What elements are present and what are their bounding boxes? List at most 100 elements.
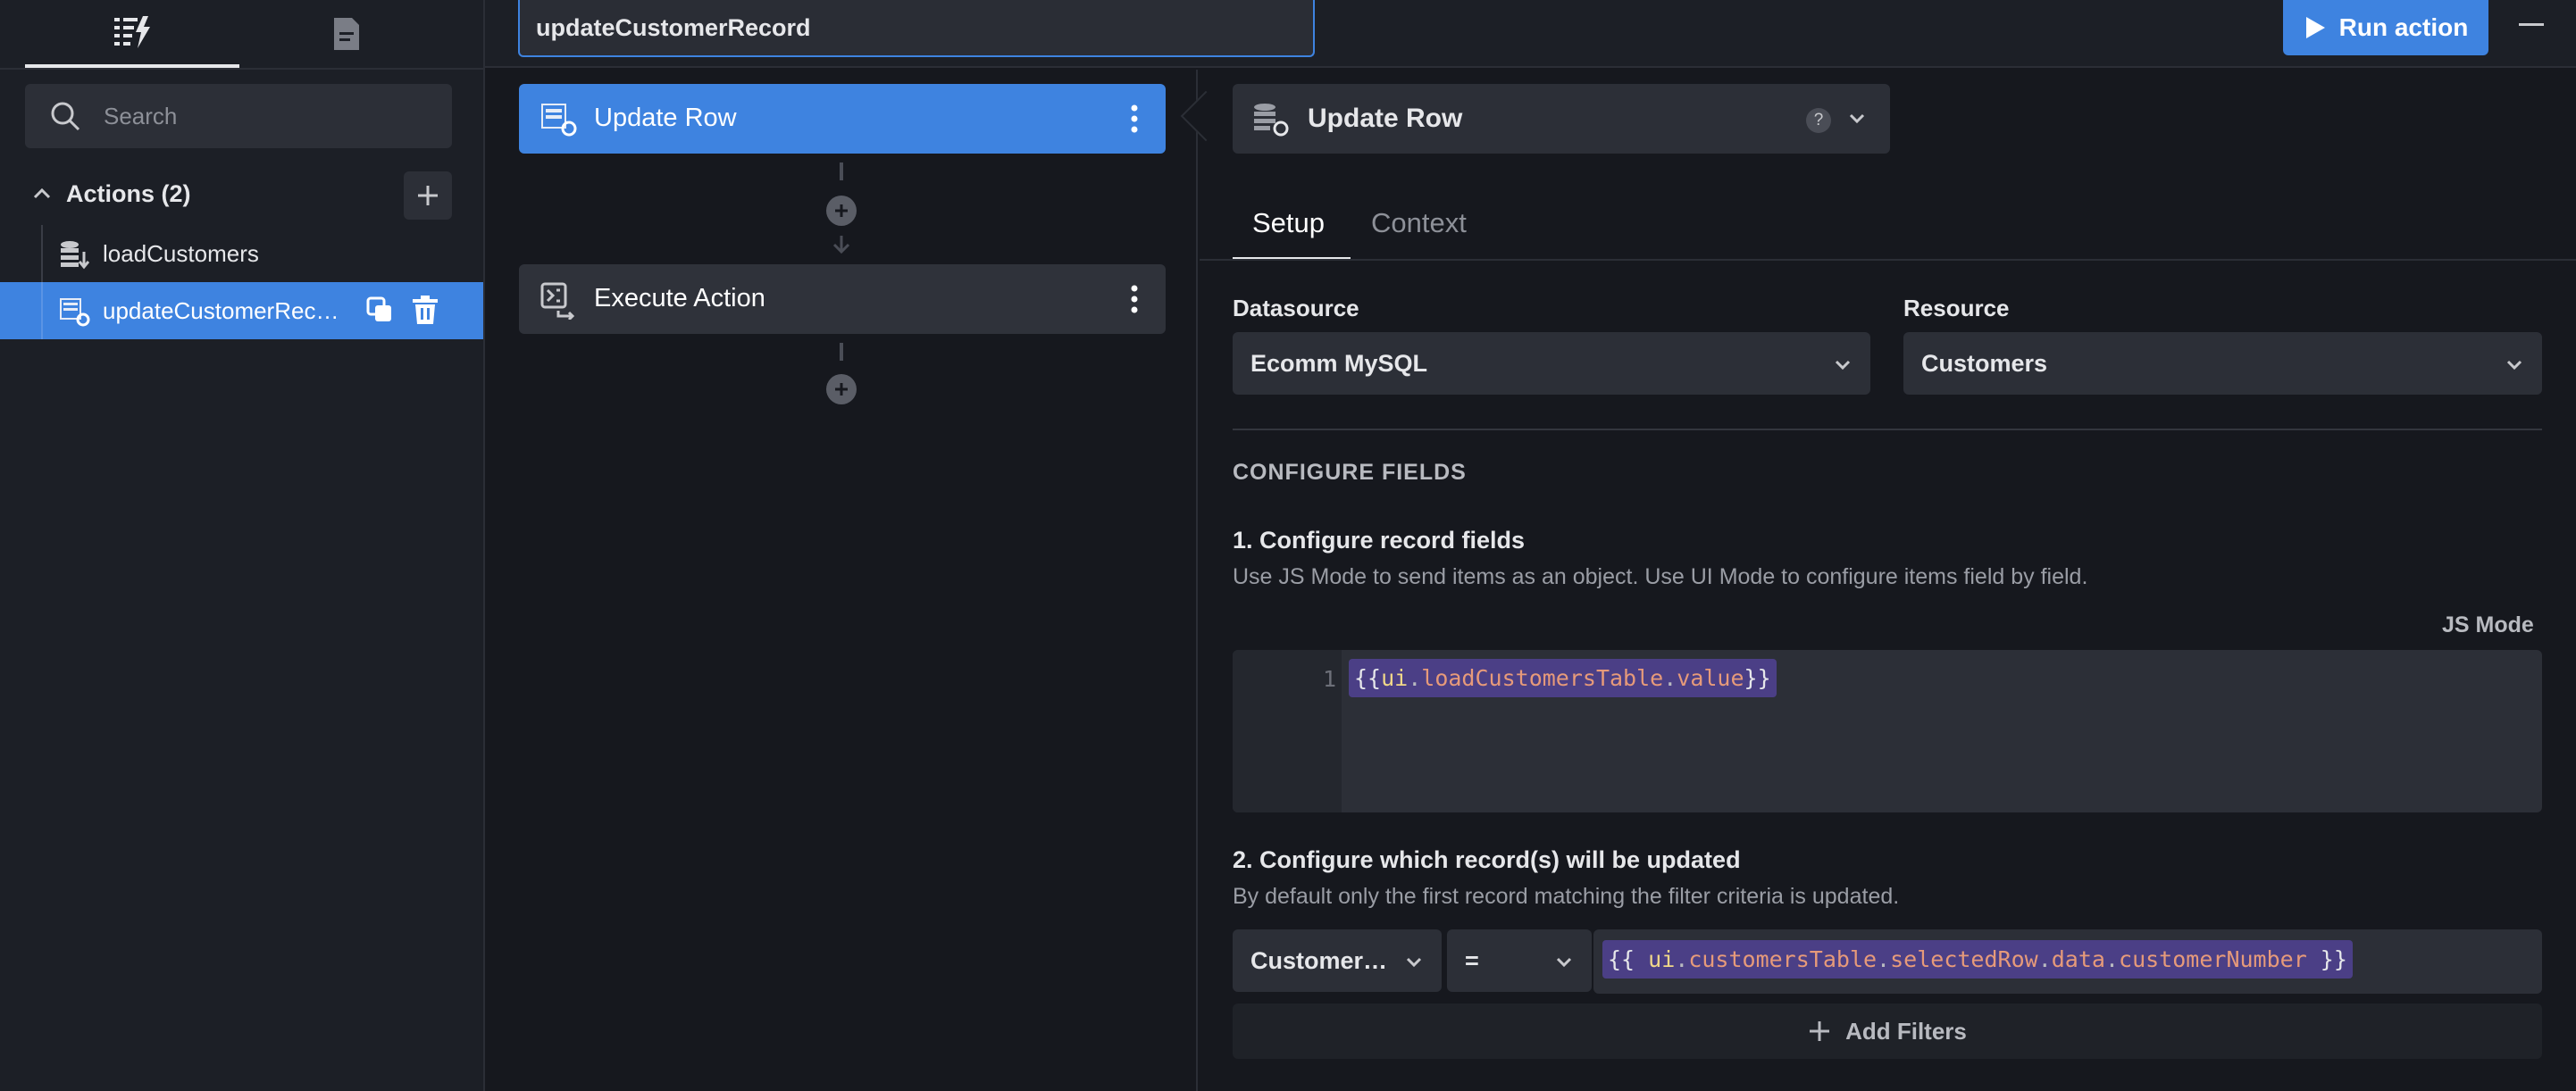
code-token: loadCustomersTable: [1421, 665, 1664, 691]
execute-action-icon: [540, 282, 575, 320]
code-token: {{: [1608, 946, 1649, 972]
chevron-down-icon: [1556, 957, 1572, 968]
flow-step-label: Update Row: [594, 104, 737, 132]
code-token: customersTable: [1688, 946, 1878, 972]
flow-connector: [840, 162, 843, 180]
add-filters-label: Add Filters: [1845, 1017, 1967, 1045]
document-icon: [334, 18, 359, 50]
flow-step-execute-action[interactable]: Execute Action: [519, 264, 1166, 334]
code-token: {{: [1354, 665, 1382, 691]
chevron-down-icon: [2506, 360, 2522, 371]
section2-description: By default only the first record matchin…: [1233, 884, 1900, 909]
code-token: }}: [2306, 946, 2347, 972]
flow-connector: [840, 343, 843, 361]
chevron-down-icon: [1835, 360, 1851, 371]
code-token: .: [1675, 946, 1689, 972]
datasource-label: Datasource: [1233, 295, 1359, 321]
datasource-select[interactable]: Ecomm MySQL: [1233, 332, 1870, 395]
divider: [1233, 429, 2542, 430]
more-vertical-icon[interactable]: [1130, 284, 1139, 314]
sidebar-item-label: updateCustomerRecord: [103, 297, 344, 324]
database-update-icon: [60, 298, 90, 327]
code-token: ui: [1648, 946, 1676, 972]
code-token: .: [1663, 665, 1677, 691]
flow-step-update-row[interactable]: Update Row: [519, 84, 1166, 154]
plus-icon: [1810, 1021, 1830, 1041]
filter-field-select[interactable]: CustomerNumber: [1233, 929, 1442, 992]
add-filters-button[interactable]: Add Filters: [1233, 1004, 2542, 1059]
resource-value: Customers: [1921, 350, 2048, 377]
step-type-select[interactable]: Update Row ?: [1233, 84, 1890, 154]
actions-title: Actions (2): [66, 180, 191, 207]
play-icon: [2305, 17, 2325, 38]
configure-fields-heading: CONFIGURE FIELDS: [1233, 460, 1467, 485]
more-vertical-icon[interactable]: [1130, 104, 1139, 134]
chevron-down-icon: [1849, 113, 1865, 124]
code-token: .: [1877, 946, 1891, 972]
actions-lightning-icon: [114, 16, 150, 48]
chevron-down-icon: [1406, 957, 1422, 968]
database-update-icon: [541, 104, 577, 137]
filter-operator-value: =: [1465, 947, 1479, 974]
actions-section-header[interactable]: Actions (2): [0, 170, 483, 220]
flow-step-label: Execute Action: [594, 284, 765, 312]
run-action-button[interactable]: Run action: [2283, 0, 2488, 55]
code-token: selectedRow: [1890, 946, 2038, 972]
code-token: .: [1408, 665, 1422, 691]
code-token: customerNumber: [2119, 946, 2307, 972]
duplicate-icon[interactable]: [366, 296, 393, 323]
section1-description: Use JS Mode to send items as an object. …: [1233, 564, 2088, 589]
filter-field-value: CustomerNumber: [1250, 947, 1393, 974]
section2-title: 2. Configure which record(s) will be upd…: [1233, 846, 1741, 873]
tab-setup[interactable]: Setup: [1252, 207, 1325, 239]
search-icon: [51, 102, 80, 131]
arrow-down-icon: [832, 236, 850, 254]
help-icon[interactable]: ?: [1806, 108, 1831, 133]
plus-icon: [418, 186, 438, 205]
add-step-button[interactable]: [826, 374, 857, 404]
divider: [1200, 259, 2576, 261]
code-token: }}: [1744, 665, 1771, 691]
minimize-icon[interactable]: [2519, 23, 2544, 26]
code-token: data: [2051, 946, 2105, 972]
sidebar: Search Actions (2) loadCustomers updateC…: [0, 0, 485, 1091]
resource-label: Resource: [1903, 295, 2010, 321]
code-token: value: [1677, 665, 1744, 691]
code-token: ui: [1381, 665, 1409, 691]
search-placeholder: Search: [104, 102, 178, 129]
datasource-value: Ecomm MySQL: [1250, 350, 1428, 377]
divider: [0, 68, 483, 70]
code-token: .: [2037, 946, 2052, 972]
tab-documents[interactable]: [239, 0, 454, 68]
database-update-icon: [1254, 104, 1289, 137]
sidebar-item-label: loadCustomers: [103, 240, 259, 267]
tree-rail: [41, 282, 43, 339]
filter-operator-select[interactable]: =: [1447, 929, 1592, 992]
line-number: 1: [1322, 666, 1336, 692]
code-editor[interactable]: 1 {{ui.loadCustomersTable.value}}: [1233, 650, 2542, 812]
tab-context[interactable]: Context: [1371, 207, 1467, 239]
plus-icon: [835, 204, 848, 217]
chevron-up-icon[interactable]: [32, 184, 52, 204]
database-load-icon: [61, 241, 89, 270]
js-mode-toggle[interactable]: JS Mode: [2442, 612, 2534, 638]
step-type-label: Update Row: [1308, 104, 1463, 133]
code-expression[interactable]: {{ ui.customersTable.selectedRow.data.cu…: [1602, 940, 2353, 979]
resource-select[interactable]: Customers: [1903, 332, 2542, 395]
code-expression[interactable]: {{ui.loadCustomersTable.value}}: [1349, 659, 1777, 697]
sidebar-item-updatecustomerrecord[interactable]: updateCustomerRecord: [0, 282, 483, 339]
search-input[interactable]: Search: [25, 84, 452, 148]
code-gutter: 1: [1233, 650, 1342, 812]
run-action-label: Run action: [2338, 13, 2469, 41]
tab-actions[interactable]: [25, 0, 239, 68]
action-name-input[interactable]: [518, 0, 1315, 57]
plus-icon: [835, 383, 848, 396]
sidebar-item-loadcustomers[interactable]: loadCustomers: [0, 225, 483, 282]
tree-rail: [41, 225, 43, 282]
add-action-button[interactable]: [404, 171, 452, 220]
filter-value-input[interactable]: {{ ui.customersTable.selectedRow.data.cu…: [1593, 929, 2542, 994]
code-token: .: [2104, 946, 2120, 972]
trash-icon[interactable]: [411, 295, 439, 325]
add-step-button[interactable]: [826, 196, 857, 226]
section1-title: 1. Configure record fields: [1233, 527, 1526, 554]
